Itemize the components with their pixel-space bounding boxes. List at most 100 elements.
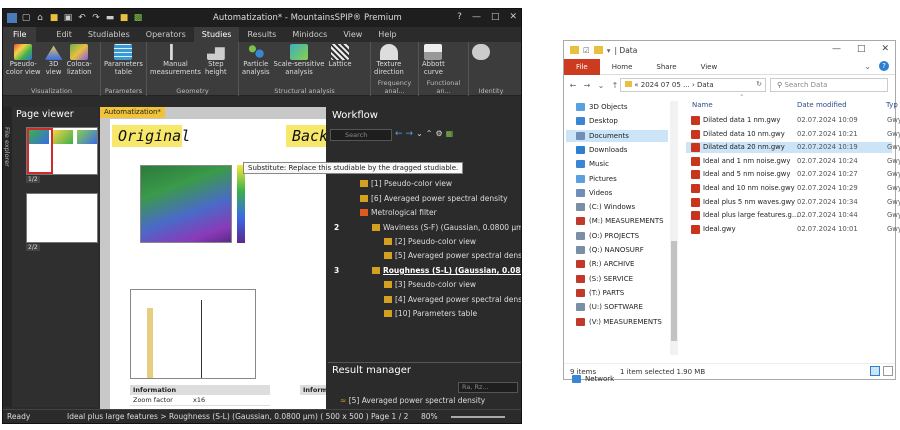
- psd-plot-frame[interactable]: [130, 289, 256, 379]
- qat-dropdown-icon[interactable]: ▾: [607, 46, 611, 55]
- up-icon[interactable]: ↑: [610, 81, 620, 90]
- workflow-search-input[interactable]: Search: [330, 129, 392, 141]
- close-icon[interactable]: ✕: [509, 12, 517, 22]
- file-explorer-side-tab[interactable]: File explorer: [3, 107, 12, 407]
- workflow-item[interactable]: 2 Waviness (S-F) (Gaussian, 0.0800 µm): [334, 223, 521, 232]
- nav-item[interactable]: Documents: [566, 129, 668, 142]
- maximize-icon[interactable]: □: [491, 12, 500, 22]
- document-tab[interactable]: Automatization*: [100, 107, 165, 118]
- tab-view[interactable]: View: [335, 27, 370, 42]
- home-icon[interactable]: ⌂: [35, 13, 45, 23]
- redo-icon[interactable]: ↷: [91, 13, 101, 23]
- nav-item[interactable]: Videos: [576, 187, 612, 199]
- print-icon[interactable]: ▬: [105, 13, 115, 23]
- forward-icon[interactable]: →: [582, 81, 592, 90]
- pseudo-color-map[interactable]: [140, 165, 232, 243]
- tab-edit[interactable]: Edit: [48, 27, 80, 42]
- nav-item[interactable]: Downloads: [576, 144, 627, 156]
- expand-ribbon-icon[interactable]: ⌄: [864, 62, 871, 71]
- tab-operators[interactable]: Operators: [138, 27, 194, 42]
- open-folder-icon[interactable]: ■: [49, 13, 59, 23]
- column-type[interactable]: Typ: [886, 101, 898, 109]
- back-icon[interactable]: ←: [568, 81, 578, 90]
- nav-item[interactable]: Music: [576, 158, 609, 170]
- collapse-icon[interactable]: ⌄: [416, 129, 423, 143]
- workflow-item[interactable]: [5] Averaged power spectral density: [384, 251, 521, 260]
- grid-icon[interactable]: ▦: [446, 129, 454, 143]
- folder-icon[interactable]: ■: [119, 13, 129, 23]
- help-icon[interactable]: ?: [457, 12, 462, 22]
- file-row[interactable]: Ideal and 5 nm noise.gwy 02.07.2024 10:27…: [686, 169, 900, 180]
- help-icon[interactable]: ?: [879, 61, 889, 71]
- note-back[interactable]: Back: [286, 125, 326, 147]
- maximize-icon[interactable]: □: [857, 44, 866, 54]
- file-row[interactable]: Ideal and 1 nm noise.gwy 02.07.2024 10:24…: [686, 156, 900, 167]
- scroll-thumb[interactable]: [671, 241, 677, 341]
- nav-item[interactable]: (O:) PROJECTS: [576, 230, 639, 242]
- file-row[interactable]: Dilated data 1 nm.gwy 02.07.2024 10:09 Gwy: [686, 115, 900, 126]
- workflow-item[interactable]: 3Roughness (S-L) (Gaussian, 0.0800 µm): [334, 266, 521, 275]
- tab-view[interactable]: View: [689, 59, 730, 75]
- tab-minidocs[interactable]: Minidocs: [284, 27, 335, 42]
- column-name[interactable]: Name: [692, 101, 713, 109]
- tab-file[interactable]: File: [564, 58, 600, 75]
- colorize-icon[interactable]: ▩: [133, 13, 143, 23]
- nav-scrollbar[interactable]: [670, 101, 678, 355]
- file-row[interactable]: Ideal.gwy 02.07.2024 10:01 Gwy: [686, 224, 900, 235]
- new-file-icon[interactable]: ▢: [21, 13, 31, 23]
- result-manager-search-input[interactable]: Ra, Rz...: [458, 382, 518, 393]
- workflow-item[interactable]: [2] Pseudo-color view: [384, 237, 476, 246]
- nav-item[interactable]: 3D Objects: [576, 101, 628, 113]
- nav-item[interactable]: Desktop: [576, 115, 618, 127]
- arrow-right-icon[interactable]: →: [406, 129, 414, 143]
- result-item[interactable]: ≈ [5] Averaged power spectral density: [340, 396, 485, 405]
- workflow-item[interactable]: [6] Averaged power spectral density: [360, 194, 508, 203]
- file-row[interactable]: Ideal and 10 nm noise.gwy 02.07.2024 10:2…: [686, 183, 900, 194]
- nav-item[interactable]: (V:) MEASUREMENTS: [576, 316, 662, 328]
- expand-icon[interactable]: ⌃: [426, 129, 433, 143]
- tab-file[interactable]: File: [3, 27, 37, 42]
- tab-results[interactable]: Results: [239, 27, 284, 42]
- minimize-icon[interactable]: —: [832, 44, 841, 54]
- details-view-icon[interactable]: [870, 366, 880, 376]
- workflow-item[interactable]: [1] Pseudo-color view: [360, 179, 452, 188]
- nav-item[interactable]: (Q:) NANOSURF: [576, 244, 644, 256]
- recent-dropdown-icon[interactable]: ⌄: [596, 81, 606, 90]
- file-row[interactable]: Ideal plus 5 nm waves.gwy 02.07.2024 10:3…: [686, 197, 900, 208]
- settings-icon[interactable]: ⚙: [436, 129, 443, 143]
- workflow-item[interactable]: [4] Averaged power spectral density: [384, 295, 521, 304]
- nav-item[interactable]: (S:) SERVICE: [576, 273, 633, 285]
- undo-icon[interactable]: ↶: [77, 13, 87, 23]
- address-bar[interactable]: « 2024 07 05 ... › Data ↻: [620, 78, 766, 92]
- arrow-left-icon[interactable]: ←: [395, 129, 403, 143]
- nav-item[interactable]: Pictures: [576, 173, 617, 185]
- nav-item[interactable]: (M:) MEASUREMENTS: [576, 215, 664, 227]
- nav-item[interactable]: (C:) Windows: [576, 201, 635, 213]
- file-row[interactable]: Dilated data 20 nm.gwy 02.07.2024 10:19 Gw…: [686, 142, 900, 154]
- file-row[interactable]: Ideal plus large features.g... 02.07.2024…: [686, 210, 900, 221]
- column-date-modified[interactable]: Date modified: [797, 101, 847, 109]
- tab-studiables[interactable]: Studiables: [80, 27, 138, 42]
- nav-item[interactable]: (R:) ARCHIVE: [576, 258, 634, 270]
- workflow-item[interactable]: Metrological filter: [360, 208, 437, 217]
- refresh-icon[interactable]: ↻: [756, 80, 762, 88]
- tab-help[interactable]: Help: [370, 27, 404, 42]
- workflow-item[interactable]: [10] Parameters table: [384, 309, 477, 318]
- tab-studies[interactable]: Studies: [193, 27, 240, 42]
- workflow-item[interactable]: [3] Pseudo-color view: [384, 280, 476, 289]
- large-icons-view-icon[interactable]: [883, 366, 893, 376]
- tab-home[interactable]: Home: [600, 59, 645, 75]
- checkbox-icon[interactable]: ☑: [583, 46, 590, 55]
- save-icon[interactable]: ▣: [63, 13, 73, 23]
- page-thumbnail-2[interactable]: 2/2: [26, 193, 98, 251]
- nav-item[interactable]: (U:) SOFTWARE: [576, 301, 643, 313]
- page-thumbnail-1[interactable]: 1/2: [26, 127, 98, 183]
- nav-item[interactable]: (T:) PARTS: [576, 287, 624, 299]
- tab-share[interactable]: Share: [644, 59, 688, 75]
- file-row[interactable]: Dilated data 10 nm.gwy 02.07.2024 10:21 Gw…: [686, 129, 900, 140]
- close-icon[interactable]: ✕: [881, 44, 889, 54]
- minimize-icon[interactable]: —: [472, 12, 481, 22]
- search-input[interactable]: ⚲ Search Data: [770, 78, 888, 92]
- zoom-slider[interactable]: [451, 416, 505, 418]
- note-original[interactable]: Original: [112, 125, 190, 147]
